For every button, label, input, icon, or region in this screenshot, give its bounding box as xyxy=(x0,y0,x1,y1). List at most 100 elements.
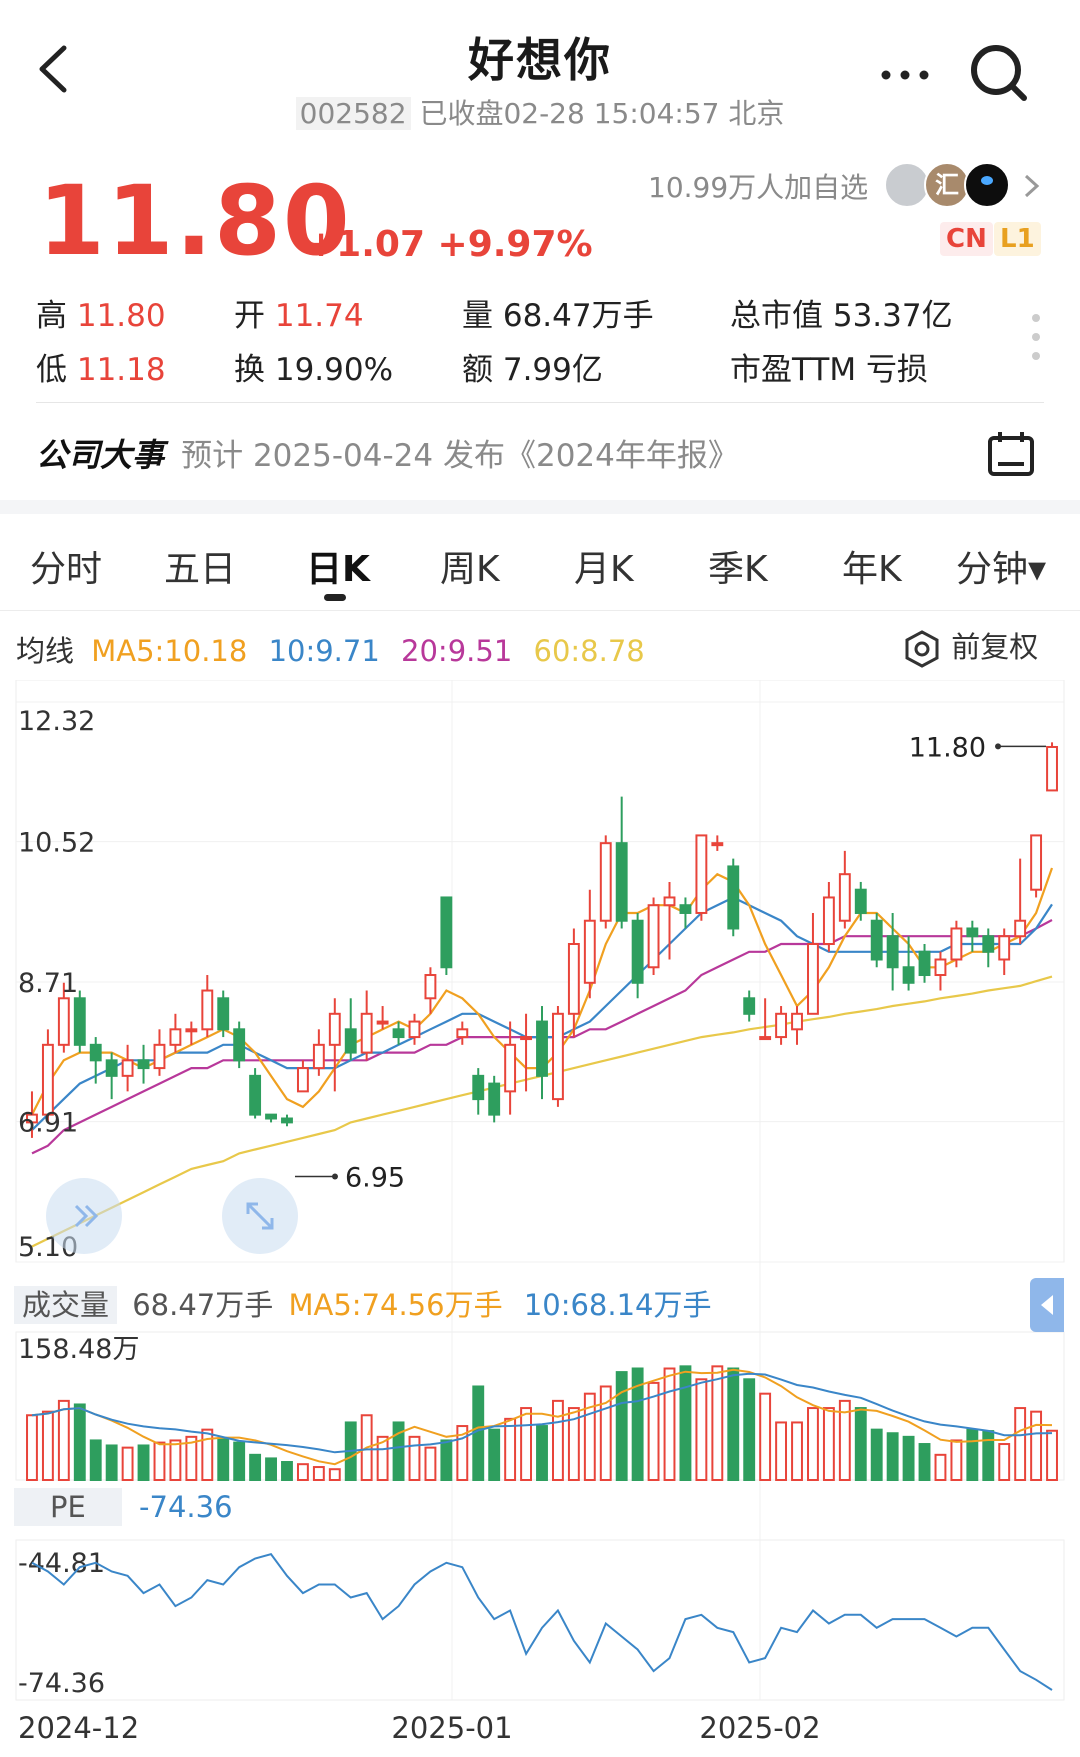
volume-bar xyxy=(822,1407,835,1482)
active-tab-indicator xyxy=(324,594,346,601)
fullscreen-button[interactable] xyxy=(222,1178,298,1254)
volume-bar xyxy=(504,1417,517,1482)
volume-bar xyxy=(408,1435,421,1481)
low-marker-label: 6.95 xyxy=(345,1163,405,1194)
candle-body xyxy=(265,1113,277,1120)
volume-bar xyxy=(1046,1429,1058,1481)
volume-bar xyxy=(41,1410,54,1482)
candle-body xyxy=(567,942,580,1015)
volume-bar xyxy=(249,1453,262,1482)
date-tick-label: 2025-02 xyxy=(699,1711,820,1745)
low-marker-dot xyxy=(331,1173,338,1180)
stat-open: 开 11.74 xyxy=(234,298,364,334)
watchlist-count[interactable]: 10.99万人加自选 xyxy=(648,166,868,206)
event-text: 预计 2025-04-24 发布《2024年年报》 xyxy=(181,438,739,474)
volume-header: 成交量 68.47万手 MA5:74.56万手 10:68.14万手 xyxy=(14,1282,1064,1326)
tab-monthly-k[interactable]: 月K xyxy=(574,540,634,592)
candle-body xyxy=(344,1028,357,1054)
tab-yearly-k[interactable]: 年K xyxy=(842,540,902,592)
candle-body xyxy=(169,1028,182,1046)
level-badge-l1: L1 xyxy=(994,222,1041,256)
candle-body xyxy=(376,1020,389,1025)
volume-bar xyxy=(153,1441,166,1481)
current-price: 11.80 xyxy=(38,165,352,277)
calendar-button[interactable] xyxy=(986,428,1036,478)
candle-body xyxy=(775,1012,788,1039)
avatar-group[interactable]: 汇 xyxy=(884,160,1044,210)
volume-bar xyxy=(57,1399,70,1481)
stat-turnover: 换 19.90% xyxy=(234,352,394,388)
stock-code: 002582 xyxy=(295,97,411,130)
candle-body xyxy=(743,997,756,1015)
collapse-panel-button[interactable] xyxy=(1030,1278,1064,1332)
volume-bar xyxy=(472,1385,485,1481)
settings-hexagon-icon xyxy=(905,630,939,668)
tab-quarterly-k[interactable]: 季K xyxy=(708,540,768,592)
candle-body xyxy=(233,1028,246,1062)
pe-line xyxy=(31,1553,1053,1691)
volume-value: 68.47万手 xyxy=(132,1288,274,1322)
candle-body xyxy=(1030,834,1043,891)
adjust-button[interactable]: 前复权 xyxy=(902,624,1038,669)
candle-body xyxy=(41,1043,54,1116)
volume-bar xyxy=(727,1367,740,1482)
double-chevron-right-icon xyxy=(74,1204,99,1228)
ma-label: 均线 xyxy=(16,634,75,668)
search-button[interactable] xyxy=(968,42,1030,104)
volume-bar xyxy=(233,1441,246,1481)
volume-bar xyxy=(73,1403,86,1482)
candle-body xyxy=(838,873,851,922)
candle-body xyxy=(822,896,835,945)
ma10-value: 10:9.71 xyxy=(268,634,380,668)
candle-body xyxy=(679,904,692,914)
chart-grid xyxy=(15,680,1065,1700)
volume-bar xyxy=(105,1444,118,1481)
candle-body xyxy=(73,997,86,1046)
candle-body xyxy=(599,842,612,922)
volume-bar xyxy=(615,1371,628,1482)
candle-body xyxy=(201,989,214,1031)
ma20-value: 20:9.51 xyxy=(401,634,513,668)
scroll-forward-button[interactable] xyxy=(46,1178,122,1254)
volume-bar xyxy=(424,1446,437,1482)
candle-body xyxy=(950,927,963,961)
stats-expand-handle[interactable] xyxy=(1030,312,1042,362)
volume-bar xyxy=(217,1437,230,1482)
candle-body xyxy=(854,888,867,914)
volume-bar xyxy=(743,1378,756,1482)
volume-bar xyxy=(312,1466,325,1482)
volume-label: 成交量 xyxy=(14,1286,118,1324)
volume-ma5: MA5:74.56万手 xyxy=(288,1288,503,1322)
volume-bar xyxy=(201,1428,214,1481)
candle-body xyxy=(727,865,740,930)
tab-weekly-k[interactable]: 周K xyxy=(440,540,500,592)
candle-body xyxy=(759,1036,772,1041)
price-tick-label: 6.91 xyxy=(18,1108,78,1139)
candle-body xyxy=(392,1028,405,1039)
company-event-row[interactable]: 公司大事 预计 2025-04-24 发布《2024年年报》 xyxy=(36,430,1044,480)
expand-arrows-icon xyxy=(246,1202,274,1230)
volume-bar xyxy=(807,1407,819,1482)
high-marker-label: 11.80 xyxy=(909,732,986,763)
stock-chart[interactable]: 12.3210.528.716.915.1011.806.95 158.48万 … xyxy=(0,680,1080,1757)
candle-body xyxy=(870,919,883,961)
market-badge-cn: CN xyxy=(940,222,993,256)
candle-body xyxy=(360,1012,373,1054)
more-button[interactable] xyxy=(878,60,932,90)
candle-body xyxy=(536,1020,548,1077)
tab-five-day[interactable]: 五日 xyxy=(164,540,236,592)
candle-body xyxy=(966,927,979,938)
volume-bar xyxy=(711,1365,724,1482)
search-icon xyxy=(971,45,1027,101)
candle-body xyxy=(57,997,70,1046)
chevron-right-icon xyxy=(1024,174,1040,198)
candle-body xyxy=(902,966,915,984)
candle-body xyxy=(296,1067,309,1093)
tab-intraday[interactable]: 分时 xyxy=(30,540,102,592)
candle-body xyxy=(105,1059,118,1077)
candle-body xyxy=(424,974,437,1000)
volume-bar xyxy=(854,1407,867,1482)
candle-body xyxy=(520,1036,533,1041)
tab-daily-k[interactable]: 日K xyxy=(306,540,370,592)
tab-minute[interactable]: 分钟▾ xyxy=(956,540,1046,592)
